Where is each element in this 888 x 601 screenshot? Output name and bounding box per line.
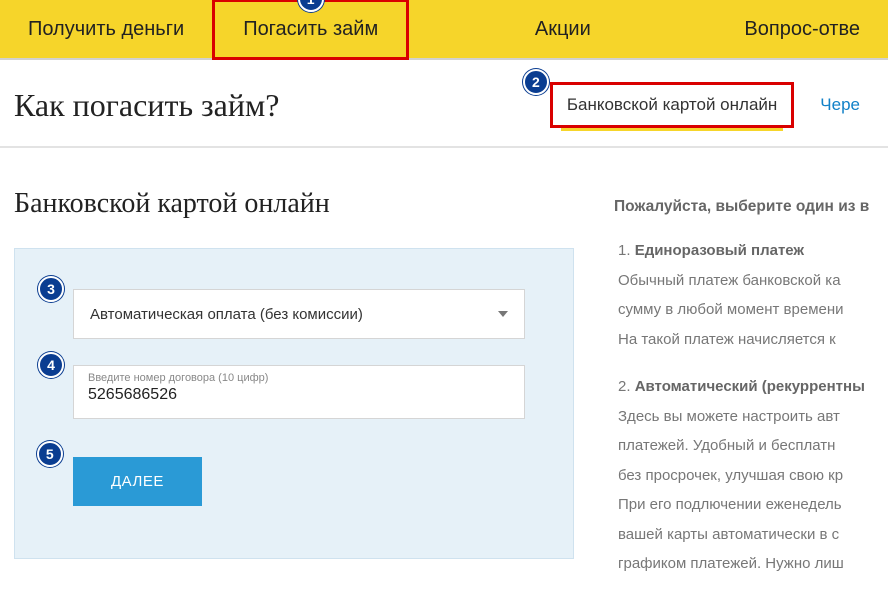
page-question-title: Как погасить займ? [14,87,279,124]
nav-repay-loan[interactable]: Погасить займ 1 [212,0,409,60]
info-item2-line: графиком платежей. Нужно лиш [618,551,874,577]
tab-card-online-label: Банковской картой онлайн [567,95,777,114]
payment-form-panel: Автоматическая оплата (без комиссии) 3 В… [14,248,574,559]
callout-badge-2: 2 [523,69,549,95]
list-item: Единоразовый платеж Обычный платеж банко… [618,238,874,352]
info-item2-title: Автоматический (рекуррентны [635,378,865,395]
right-column: Пожалуйста, выберите один из в Единоразо… [614,188,874,599]
info-lead: Пожалуйста, выберите один из в [614,194,874,220]
info-item1-title: Единоразовый платеж [635,242,804,259]
tab-card-online[interactable]: Банковской картой онлайн 2 [550,82,794,128]
section-heading: Банковской картой онлайн [14,188,574,220]
contract-number-label: Введите номер договора (10 цифр) [88,372,510,384]
contract-number-field-wrap: Введите номер договора (10 цифр) 4 [73,365,525,419]
list-item: Автоматический (рекуррентны Здесь вы мож… [618,374,874,577]
top-nav: Получить деньги Погасить займ 1 Акции Во… [0,0,888,60]
content-row: Банковской картой онлайн Автоматическая … [0,148,888,599]
nav-promo[interactable]: Акции [507,2,619,57]
info-item2-line: вашей карты автоматически в с [618,522,874,548]
left-column: Банковской картой онлайн Автоматическая … [14,188,574,599]
callout-badge-4: 4 [38,352,64,378]
info-item1-line: сумму в любой момент времени [618,297,874,323]
subhead-tabs: Банковской картой онлайн 2 Чере [550,82,874,128]
tab-via[interactable]: Чере [806,85,874,125]
next-button[interactable]: ДАЛЕЕ 5 [73,457,202,506]
info-item2-line: Здесь вы можете настроить авт [618,404,874,430]
contract-number-input[interactable] [88,384,510,406]
callout-badge-1: 1 [298,0,324,12]
nav-faq[interactable]: Вопрос-отве [716,2,888,57]
nav-get-money[interactable]: Получить деньги [0,2,212,57]
chevron-down-icon [498,311,508,317]
info-item2-line: При его подлючении еженедель [618,492,874,518]
info-list: Единоразовый платеж Обычный платеж банко… [614,238,874,577]
payment-type-select-value: Автоматическая оплата (без комиссии) [90,306,363,323]
info-item2-line: платежей. Удобный и бесплатн [618,433,874,459]
callout-badge-3: 3 [38,276,64,302]
nav-repay-loan-label: Погасить займ [243,18,378,40]
info-item1-line: Обычный платеж банковской ка [618,268,874,294]
subheading-row: Как погасить займ? Банковской картой онл… [0,60,888,148]
info-item2-line: без просрочек, улучшая свою кр [618,463,874,489]
info-item1-line: На такой платеж начисляется к [618,327,874,353]
payment-type-select[interactable]: Автоматическая оплата (без комиссии) 3 [73,289,525,339]
next-button-label: ДАЛЕЕ [111,473,164,490]
callout-badge-5: 5 [37,441,63,467]
